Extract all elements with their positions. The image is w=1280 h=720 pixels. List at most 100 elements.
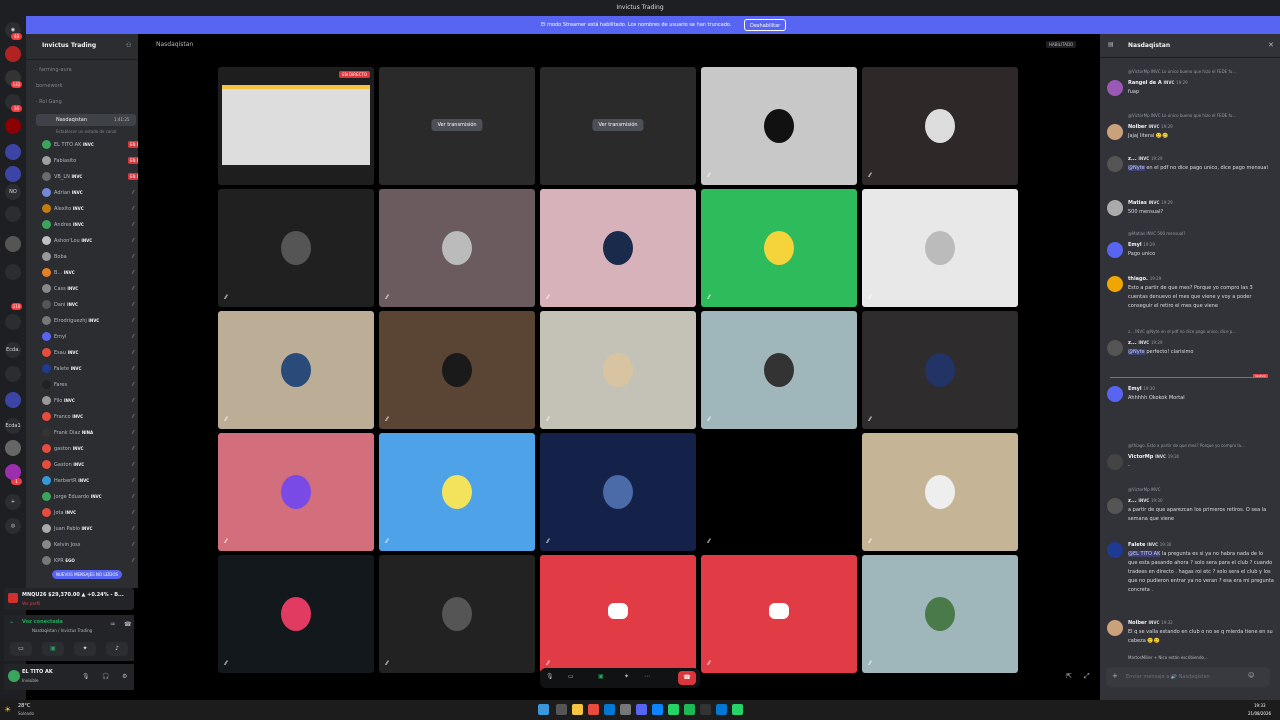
server-icon-no[interactable]: NO xyxy=(5,184,21,200)
participant-tile[interactable]: ⁄⁄ xyxy=(218,555,374,673)
emoji-icon[interactable]: ☺ xyxy=(1248,672,1254,679)
message-author[interactable]: Emyl 19:30 xyxy=(1128,386,1155,392)
channel-bornework[interactable]: bornework xyxy=(36,80,136,92)
participant-tile[interactable]: Ver transmisión xyxy=(540,67,696,185)
watch-stream-button[interactable]: Ver transmisión xyxy=(592,119,644,131)
participant-tile[interactable]: ⁄⁄ xyxy=(862,189,1018,307)
server-icon[interactable] xyxy=(5,264,21,280)
voice-user[interactable]: Emyl ⁄⁄ xyxy=(42,330,138,344)
participant-tile[interactable]: ⁄⁄ xyxy=(701,433,857,551)
noise-icon[interactable]: ♒ xyxy=(110,621,115,628)
author-avatar[interactable] xyxy=(1107,542,1123,558)
server-icon[interactable] xyxy=(5,236,21,252)
message-author[interactable]: z... INVC 19:30 xyxy=(1128,498,1163,504)
voice-user[interactable]: Kelvin Joss ⁄⁄ xyxy=(42,538,138,552)
mention[interactable]: @Nyte xyxy=(1128,349,1145,355)
participant-tile[interactable]: ⁄⁄ xyxy=(862,311,1018,429)
brave-icon[interactable] xyxy=(588,704,599,715)
mic-control-icon[interactable]: 🎙 xyxy=(546,673,554,680)
more-control-icon[interactable]: ⋯ xyxy=(644,673,650,680)
soundboard-button[interactable]: ♪ xyxy=(106,642,128,656)
participant-tile[interactable]: ⁄⁄ xyxy=(218,189,374,307)
mention[interactable]: @EL TITO AK xyxy=(1128,551,1161,557)
activities-button[interactable]: ✦ xyxy=(74,642,96,656)
discover-icon[interactable]: ◎ xyxy=(5,518,21,534)
channel-rol-gang[interactable]: · Rol Gang xyxy=(36,96,136,108)
app-icon[interactable] xyxy=(604,704,615,715)
author-avatar[interactable] xyxy=(1107,124,1123,140)
message-author[interactable]: z... INVC 19:29 xyxy=(1128,340,1163,346)
voice-user[interactable]: KPR EGO ⁄⁄ xyxy=(42,554,138,568)
server-icon[interactable] xyxy=(5,440,21,456)
folder-icon[interactable] xyxy=(5,392,21,408)
participant-tile[interactable]: ⁄⁄ xyxy=(379,189,535,307)
server-icon-ecda1[interactable]: Ecda1 xyxy=(5,418,21,434)
mention[interactable]: @Nyte xyxy=(1128,165,1145,171)
reply-preview[interactable]: @Matias INVC 500 mensual? xyxy=(1128,231,1185,236)
headphones-icon[interactable]: 🎧 xyxy=(102,673,109,680)
user-avatar[interactable] xyxy=(8,670,20,682)
new-messages-pill[interactable]: NUEVOS MENSAJES NO LEÍDOS xyxy=(52,570,123,579)
leave-call-button[interactable]: ☎ xyxy=(678,671,696,685)
voice-user[interactable]: B... INVC ⁄⁄ xyxy=(42,266,138,280)
server-icon[interactable] xyxy=(5,118,21,134)
reply-preview[interactable]: @VictorMp INVC Lo único bueno que hizo e… xyxy=(1128,69,1236,74)
voice-user[interactable]: Andres INVC ⁄⁄ xyxy=(42,218,138,232)
voice-user[interactable]: Filo INVC ⁄⁄ xyxy=(42,394,138,408)
channel-farming-aura[interactable]: · farming-aura xyxy=(36,64,136,76)
app-icon[interactable] xyxy=(700,704,711,715)
participant-tile[interactable]: ⁄⁄ xyxy=(540,311,696,429)
message-author[interactable]: thiago. 19:29 xyxy=(1128,276,1161,282)
folder-icon[interactable] xyxy=(5,166,21,182)
voice-user[interactable]: EL TITO AK INVC EN DIRECTO xyxy=(42,138,138,152)
voice-user[interactable]: Jorge Eduardo INVC ⁄⁄ xyxy=(42,490,138,504)
author-avatar[interactable] xyxy=(1107,200,1123,216)
message-author[interactable]: Emyl 19:29 xyxy=(1128,242,1155,248)
participant-tile[interactable]: ⁄⁄ xyxy=(540,555,696,673)
participant-tile[interactable]: ⁄⁄ xyxy=(379,433,535,551)
voice-user[interactable]: Cass INVC ⁄⁄ xyxy=(42,282,138,296)
message-author[interactable]: Falete INVC 19:30 xyxy=(1128,542,1171,548)
reply-preview[interactable]: @VictorMp INVC xyxy=(1128,487,1161,492)
participant-tile[interactable]: ⁄⁄ xyxy=(540,433,696,551)
search-icon[interactable] xyxy=(556,704,567,715)
discord-taskbar-icon[interactable] xyxy=(636,704,647,715)
voice-user[interactable]: Gaston INVC ⁄⁄ xyxy=(42,458,138,472)
author-avatar[interactable] xyxy=(1107,454,1123,470)
participant-tile[interactable]: EN DIRECTO xyxy=(218,67,374,185)
mic-icon[interactable]: 🎙 xyxy=(82,673,90,680)
participant-tile[interactable]: ⁄⁄ xyxy=(862,433,1018,551)
reply-preview[interactable]: @VictorMp INVC Lo único bueno que hizo e… xyxy=(1128,113,1236,118)
server-header[interactable]: Invictus Trading ⚇ xyxy=(26,34,138,60)
voice-user[interactable]: Esau INVC ⁄⁄ xyxy=(42,346,138,360)
voice-user[interactable]: Elrodriguezhj INVC ⁄⁄ xyxy=(42,314,138,328)
reply-preview[interactable]: @thiago. Esto a partir de que mes? Porqu… xyxy=(1128,443,1245,448)
file-explorer-icon[interactable] xyxy=(572,704,583,715)
participant-tile[interactable]: ⁄⁄ xyxy=(218,433,374,551)
participant-tile[interactable]: ⁄⁄ xyxy=(862,555,1018,673)
close-chat-icon[interactable]: ✕ xyxy=(1268,41,1274,49)
fullscreen-icon[interactable]: ⤢ xyxy=(1084,672,1090,681)
spotify-icon[interactable] xyxy=(684,704,695,715)
participant-tile[interactable]: ⁄⁄ xyxy=(379,555,535,673)
message-author[interactable]: Nolber INVC 19:29 xyxy=(1128,124,1173,130)
voice-user[interactable]: Adrian INVC ⁄⁄ xyxy=(42,186,138,200)
participant-tile[interactable]: Ver transmisión xyxy=(379,67,535,185)
reply-preview[interactable]: z... INVC @Nyte en el pdf no dice pago u… xyxy=(1128,329,1236,334)
watch-stream-button[interactable]: Ver transmisión xyxy=(431,119,483,131)
message-author[interactable]: Matias INVC 19:29 xyxy=(1128,200,1173,206)
participant-tile[interactable]: ⁄⁄ xyxy=(701,189,857,307)
disable-streamer-button[interactable]: Deshabilitar xyxy=(744,19,787,31)
voice-user[interactable]: Fares ⁄⁄ xyxy=(42,378,138,392)
server-icon-ecda[interactable]: Ecda. xyxy=(5,342,21,358)
participant-tile[interactable]: ⁄⁄ xyxy=(862,67,1018,185)
camera-button[interactable]: ▭ xyxy=(10,642,32,656)
user-name[interactable]: EL TITO AK xyxy=(22,669,53,675)
participant-tile[interactable]: ⁄⁄ xyxy=(701,311,857,429)
message-author[interactable]: z... INVC 19:29 xyxy=(1128,156,1163,162)
voice-user[interactable]: Juan Pablo INVC ⁄⁄ xyxy=(42,522,138,536)
participant-tile[interactable]: ⁄⁄ xyxy=(540,189,696,307)
app-icon[interactable] xyxy=(732,704,743,715)
app-icon[interactable] xyxy=(620,704,631,715)
channel-nasdaqistan[interactable]: Nasdaqistan 1:41:25 xyxy=(36,114,136,126)
